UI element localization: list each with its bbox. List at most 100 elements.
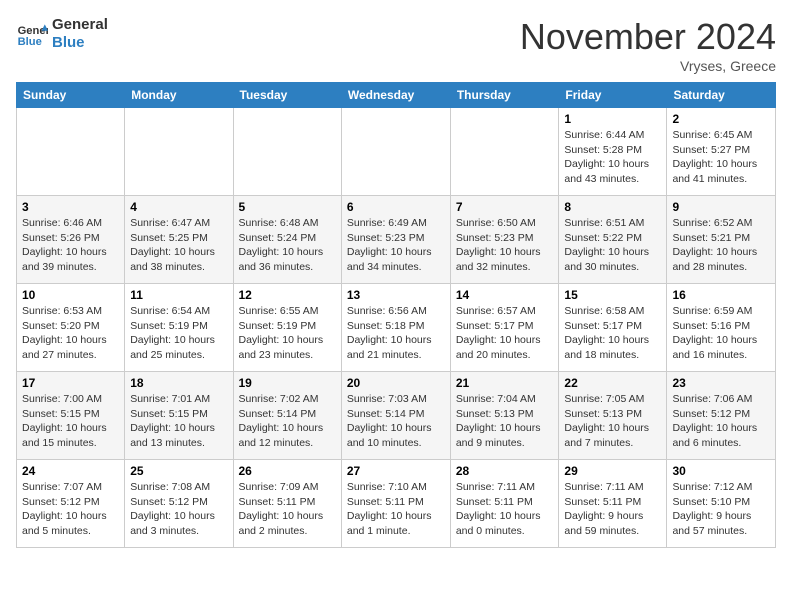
day-number: 10 bbox=[22, 288, 119, 302]
day-info: Sunrise: 7:05 AMSunset: 5:13 PMDaylight:… bbox=[564, 392, 661, 451]
calendar-cell: 17 Sunrise: 7:00 AMSunset: 5:15 PMDayligh… bbox=[17, 372, 125, 460]
day-info: Sunrise: 7:07 AMSunset: 5:12 PMDaylight:… bbox=[22, 480, 119, 539]
day-info: Sunrise: 6:54 AMSunset: 5:19 PMDaylight:… bbox=[130, 304, 227, 363]
day-info: Sunrise: 7:00 AMSunset: 5:15 PMDaylight:… bbox=[22, 392, 119, 451]
day-number: 17 bbox=[22, 376, 119, 390]
day-number: 8 bbox=[564, 200, 661, 214]
day-number: 1 bbox=[564, 112, 661, 126]
day-number: 29 bbox=[564, 464, 661, 478]
day-number: 2 bbox=[672, 112, 770, 126]
day-info: Sunrise: 7:04 AMSunset: 5:13 PMDaylight:… bbox=[456, 392, 554, 451]
calendar-cell: 16Sunrise: 6:59 AMSunset: 5:16 PMDayligh… bbox=[667, 284, 776, 372]
day-number: 6 bbox=[347, 200, 445, 214]
day-number: 13 bbox=[347, 288, 445, 302]
day-number: 27 bbox=[347, 464, 445, 478]
calendar-cell: 3 Sunrise: 6:46 AMSunset: 5:26 PMDaylight… bbox=[17, 196, 125, 284]
day-info: Sunrise: 7:02 AMSunset: 5:14 PMDaylight:… bbox=[239, 392, 336, 451]
day-number: 26 bbox=[239, 464, 336, 478]
day-number: 21 bbox=[456, 376, 554, 390]
day-info: Sunrise: 7:03 AMSunset: 5:14 PMDaylight:… bbox=[347, 392, 445, 451]
calendar-week-row: 24 Sunrise: 7:07 AMSunset: 5:12 PMDayligh… bbox=[17, 460, 776, 548]
calendar-cell bbox=[341, 108, 450, 196]
calendar-cell: 29Sunrise: 7:11 AMSunset: 5:11 PMDayligh… bbox=[559, 460, 667, 548]
calendar-cell: 20 Sunrise: 7:03 AMSunset: 5:14 PMDayligh… bbox=[341, 372, 450, 460]
calendar-day-header: Tuesday bbox=[233, 83, 341, 108]
calendar-cell: 15 Sunrise: 6:58 AMSunset: 5:17 PMDayligh… bbox=[559, 284, 667, 372]
day-number: 7 bbox=[456, 200, 554, 214]
calendar-cell: 4 Sunrise: 6:47 AMSunset: 5:25 PMDaylight… bbox=[125, 196, 233, 284]
day-info: Sunrise: 6:52 AMSunset: 5:21 PMDaylight:… bbox=[672, 216, 770, 275]
day-info: Sunrise: 6:44 AMSunset: 5:28 PMDaylight:… bbox=[564, 128, 661, 187]
day-number: 15 bbox=[564, 288, 661, 302]
day-info: Sunrise: 7:09 AMSunset: 5:11 PMDaylight:… bbox=[239, 480, 336, 539]
calendar-cell: 11 Sunrise: 6:54 AMSunset: 5:19 PMDayligh… bbox=[125, 284, 233, 372]
calendar-cell: 25 Sunrise: 7:08 AMSunset: 5:12 PMDayligh… bbox=[125, 460, 233, 548]
calendar-week-row: 17 Sunrise: 7:00 AMSunset: 5:15 PMDayligh… bbox=[17, 372, 776, 460]
day-info: Sunrise: 6:59 AMSunset: 5:16 PMDaylight:… bbox=[672, 304, 770, 363]
calendar-cell: 5 Sunrise: 6:48 AMSunset: 5:24 PMDaylight… bbox=[233, 196, 341, 284]
location: Vryses, Greece bbox=[520, 58, 776, 74]
calendar-cell: 28Sunrise: 7:11 AMSunset: 5:11 PMDayligh… bbox=[450, 460, 559, 548]
day-info: Sunrise: 7:10 AMSunset: 5:11 PMDaylight:… bbox=[347, 480, 445, 539]
calendar-cell: 9Sunrise: 6:52 AMSunset: 5:21 PMDaylight… bbox=[667, 196, 776, 284]
calendar-cell: 13 Sunrise: 6:56 AMSunset: 5:18 PMDayligh… bbox=[341, 284, 450, 372]
day-info: Sunrise: 6:47 AMSunset: 5:25 PMDaylight:… bbox=[130, 216, 227, 275]
calendar-cell: 14 Sunrise: 6:57 AMSunset: 5:17 PMDayligh… bbox=[450, 284, 559, 372]
calendar-cell: 18Sunrise: 7:01 AMSunset: 5:15 PMDayligh… bbox=[125, 372, 233, 460]
month-title: November 2024 bbox=[520, 16, 776, 58]
logo-icon: General Blue bbox=[16, 18, 48, 50]
calendar-cell: 26 Sunrise: 7:09 AMSunset: 5:11 PMDayligh… bbox=[233, 460, 341, 548]
calendar-cell: 30 Sunrise: 7:12 AMSunset: 5:10 PMDayligh… bbox=[667, 460, 776, 548]
calendar-cell: 22 Sunrise: 7:05 AMSunset: 5:13 PMDayligh… bbox=[559, 372, 667, 460]
day-info: Sunrise: 6:48 AMSunset: 5:24 PMDaylight:… bbox=[239, 216, 336, 275]
calendar-cell: 23 Sunrise: 7:06 AMSunset: 5:12 PMDayligh… bbox=[667, 372, 776, 460]
day-info: Sunrise: 6:53 AMSunset: 5:20 PMDaylight:… bbox=[22, 304, 119, 363]
calendar-day-header: Thursday bbox=[450, 83, 559, 108]
day-number: 19 bbox=[239, 376, 336, 390]
day-info: Sunrise: 6:46 AMSunset: 5:26 PMDaylight:… bbox=[22, 216, 119, 275]
day-info: Sunrise: 7:08 AMSunset: 5:12 PMDaylight:… bbox=[130, 480, 227, 539]
day-info: Sunrise: 6:51 AMSunset: 5:22 PMDaylight:… bbox=[564, 216, 661, 275]
day-number: 22 bbox=[564, 376, 661, 390]
calendar-cell bbox=[125, 108, 233, 196]
calendar-cell: 21 Sunrise: 7:04 AMSunset: 5:13 PMDayligh… bbox=[450, 372, 559, 460]
logo: General Blue General Blue bbox=[16, 16, 108, 52]
day-number: 20 bbox=[347, 376, 445, 390]
day-info: Sunrise: 6:55 AMSunset: 5:19 PMDaylight:… bbox=[239, 304, 336, 363]
day-number: 3 bbox=[22, 200, 119, 214]
logo-general: General bbox=[52, 16, 108, 34]
calendar-cell bbox=[233, 108, 341, 196]
day-info: Sunrise: 6:45 AMSunset: 5:27 PMDaylight:… bbox=[672, 128, 770, 187]
calendar-header-row: SundayMondayTuesdayWednesdayThursdayFrid… bbox=[17, 83, 776, 108]
day-number: 25 bbox=[130, 464, 227, 478]
calendar-day-header: Friday bbox=[559, 83, 667, 108]
calendar-week-row: 10 Sunrise: 6:53 AMSunset: 5:20 PMDayligh… bbox=[17, 284, 776, 372]
day-number: 23 bbox=[672, 376, 770, 390]
day-info: Sunrise: 7:12 AMSunset: 5:10 PMDaylight:… bbox=[672, 480, 770, 539]
calendar-day-header: Sunday bbox=[17, 83, 125, 108]
title-area: November 2024 Vryses, Greece bbox=[520, 16, 776, 74]
svg-text:General: General bbox=[18, 25, 48, 37]
day-number: 24 bbox=[22, 464, 119, 478]
calendar-cell: 7 Sunrise: 6:50 AMSunset: 5:23 PMDaylight… bbox=[450, 196, 559, 284]
svg-text:Blue: Blue bbox=[18, 36, 42, 48]
day-number: 28 bbox=[456, 464, 554, 478]
day-info: Sunrise: 6:49 AMSunset: 5:23 PMDaylight:… bbox=[347, 216, 445, 275]
day-number: 14 bbox=[456, 288, 554, 302]
day-number: 30 bbox=[672, 464, 770, 478]
calendar-week-row: 3 Sunrise: 6:46 AMSunset: 5:26 PMDaylight… bbox=[17, 196, 776, 284]
day-number: 4 bbox=[130, 200, 227, 214]
day-info: Sunrise: 7:06 AMSunset: 5:12 PMDaylight:… bbox=[672, 392, 770, 451]
day-number: 11 bbox=[130, 288, 227, 302]
calendar-table: SundayMondayTuesdayWednesdayThursdayFrid… bbox=[16, 82, 776, 548]
day-number: 5 bbox=[239, 200, 336, 214]
day-info: Sunrise: 6:57 AMSunset: 5:17 PMDaylight:… bbox=[456, 304, 554, 363]
calendar-cell: 8 Sunrise: 6:51 AMSunset: 5:22 PMDaylight… bbox=[559, 196, 667, 284]
calendar-cell: 6 Sunrise: 6:49 AMSunset: 5:23 PMDaylight… bbox=[341, 196, 450, 284]
calendar-day-header: Saturday bbox=[667, 83, 776, 108]
calendar-day-header: Monday bbox=[125, 83, 233, 108]
day-info: Sunrise: 6:56 AMSunset: 5:18 PMDaylight:… bbox=[347, 304, 445, 363]
day-info: Sunrise: 6:58 AMSunset: 5:17 PMDaylight:… bbox=[564, 304, 661, 363]
day-info: Sunrise: 6:50 AMSunset: 5:23 PMDaylight:… bbox=[456, 216, 554, 275]
calendar-cell: 12Sunrise: 6:55 AMSunset: 5:19 PMDayligh… bbox=[233, 284, 341, 372]
